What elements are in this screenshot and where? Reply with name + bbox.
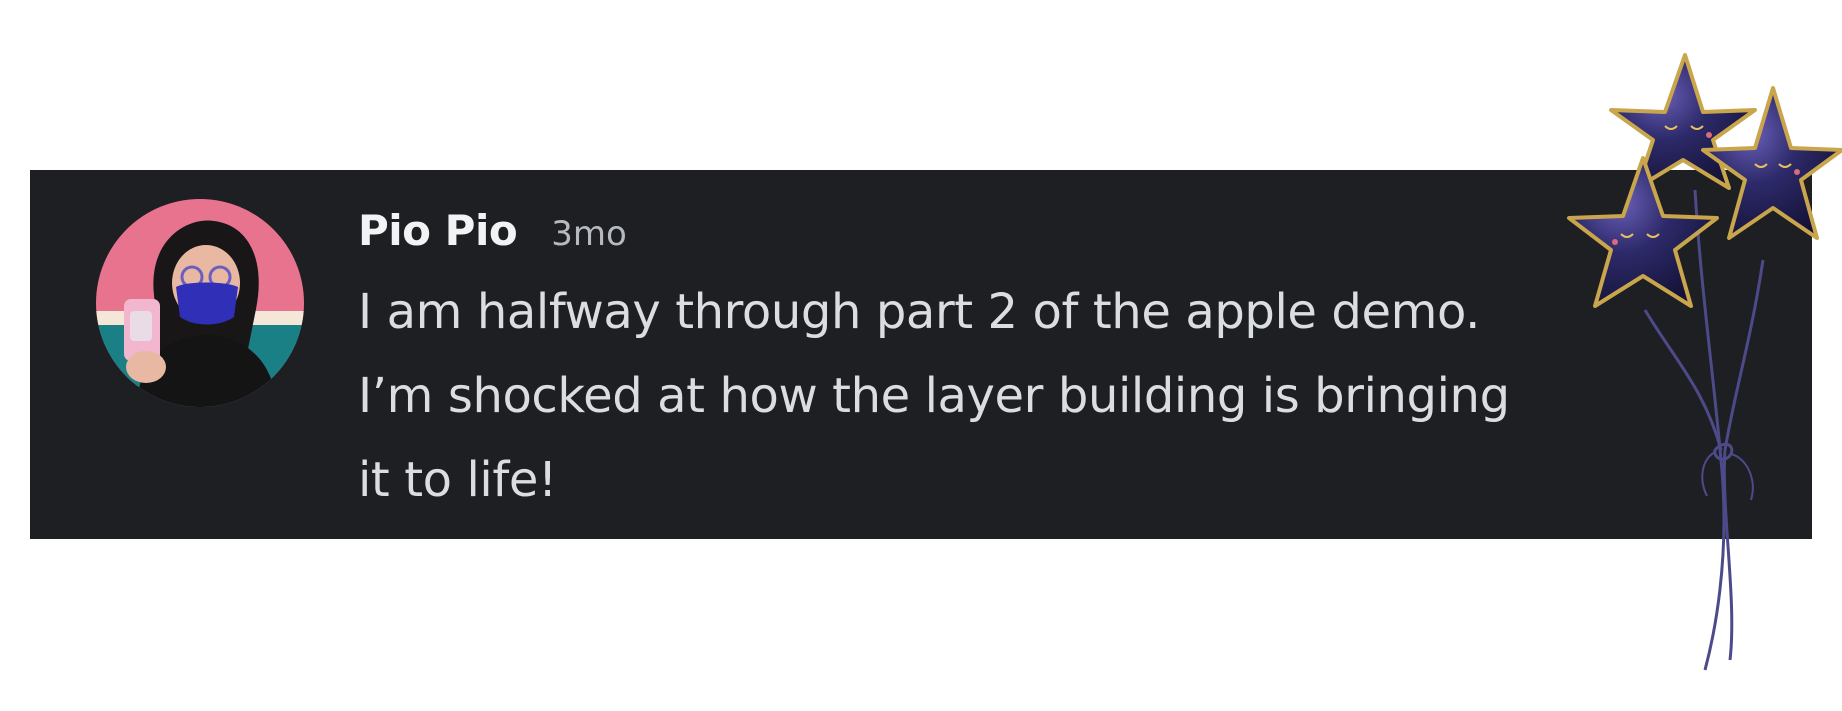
username[interactable]: Pio Pio [358, 206, 518, 255]
star-balloon-top [1609, 53, 1757, 190]
avatar-image [96, 199, 304, 407]
timestamp: 3mo [551, 214, 627, 254]
message-card: Pio Pio 3mo I am halfway through part 2 … [30, 170, 1812, 539]
message-line-1: I am halfway through part 2 of the apple… [358, 284, 1480, 340]
user-avatar[interactable] [96, 199, 304, 407]
message-line-2: I’m shocked at how the layer building is… [358, 368, 1510, 424]
message-content: I am halfway through part 2 of the apple… [358, 270, 1758, 522]
message-line-3: it to life! [358, 452, 557, 508]
message-header: Pio Pio 3mo [358, 206, 627, 264]
